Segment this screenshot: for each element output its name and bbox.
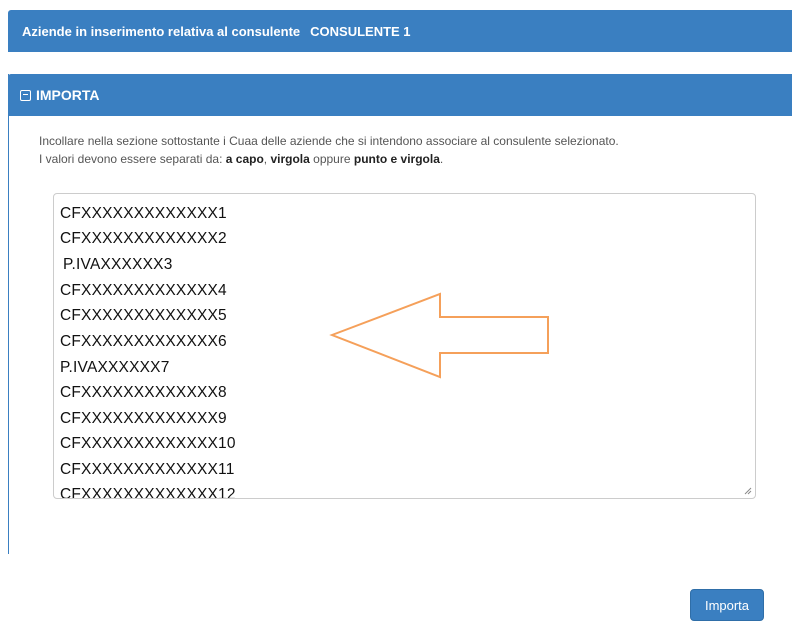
import-panel-header[interactable]: IMPORTA	[8, 74, 792, 116]
textarea-line: CFXXXXXXXXXXXXX9	[60, 410, 227, 427]
instructions-line-1: Incollare nella sezione sottostante i Cu…	[39, 134, 619, 148]
instructions-prefix: I valori devono essere separati da:	[39, 152, 226, 166]
consultant-header-bar: Aziende in inserimento relativa al consu…	[8, 10, 792, 52]
instructions-line-2: I valori devono essere separati da: a ca…	[39, 150, 779, 168]
separator-newline: a capo	[225, 152, 264, 166]
import-instructions: Incollare nella sezione sottostante i Cu…	[39, 132, 779, 168]
textarea-line: CFXXXXXXXXXXXXX12	[60, 486, 236, 499]
textarea-line: CFXXXXXXXXXXXXX11	[60, 461, 235, 478]
separator-comma: virgola	[270, 152, 310, 166]
separator-semicolon: punto e virgola	[353, 152, 440, 166]
left-arrow-icon	[329, 292, 549, 379]
textarea-line: P.IVAXXXXXX3	[63, 256, 173, 273]
instructions-or: oppure	[309, 152, 354, 166]
minus-square-icon[interactable]	[20, 89, 31, 101]
instructions-end: .	[439, 152, 444, 166]
consultant-name: CONSULENTE 1	[310, 23, 411, 39]
import-button[interactable]: Importa	[690, 589, 764, 621]
textarea-line: CFXXXXXXXXXXXXX1	[60, 205, 227, 222]
textarea-line: CFXXXXXXXXXXXXX10	[60, 435, 236, 452]
textarea-line: CFXXXXXXXXXXXXX2	[60, 230, 227, 247]
textarea-line: P.IVAXXXXXX7	[60, 359, 170, 376]
panel-title: IMPORTA	[36, 87, 100, 103]
textarea-line: CFXXXXXXXXXXXXX8	[60, 384, 227, 401]
textarea-line: CFXXXXXXXXXXXXX6	[60, 333, 227, 350]
resize-grip-icon[interactable]	[744, 487, 752, 495]
textarea-line: CFXXXXXXXXXXXXX5	[60, 307, 227, 324]
textarea-line: CFXXXXXXXXXXXXX4	[60, 282, 227, 299]
header-label: Aziende in inserimento relativa al consu…	[22, 23, 301, 39]
